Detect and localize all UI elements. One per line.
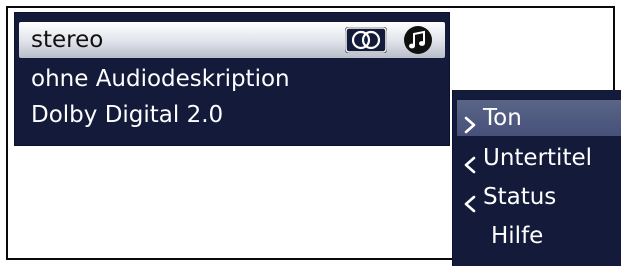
chevron-right-icon xyxy=(463,109,477,134)
side-menu: Ton Untertitel Status Hilfe xyxy=(452,90,621,266)
menu-item-untertitel[interactable]: Untertitel xyxy=(457,140,621,176)
audio-option-label: ohne Audiodeskription xyxy=(31,66,290,92)
audio-option-format[interactable]: Dolby Digital 2.0 xyxy=(19,97,445,133)
menu-item-label: Hilfe xyxy=(491,223,544,249)
menu-item-label: Status xyxy=(483,184,557,210)
audio-option-label: Dolby Digital 2.0 xyxy=(31,102,224,128)
audio-option-description[interactable]: ohne Audiodeskription xyxy=(19,61,445,97)
audio-track-panel: stereo ohne Audiodeskription Dolby Digit… xyxy=(14,12,450,146)
menu-item-label: Ton xyxy=(483,105,522,131)
menu-item-status[interactable]: Status xyxy=(457,179,621,215)
chevron-left-icon xyxy=(463,188,477,213)
chevron-left-icon xyxy=(463,149,477,174)
stereo-icon xyxy=(345,27,387,53)
menu-item-label: Untertitel xyxy=(483,145,593,171)
menu-item-ton[interactable]: Ton xyxy=(457,100,621,136)
audio-option-stereo[interactable]: stereo xyxy=(19,22,445,58)
menu-item-hilfe[interactable]: Hilfe xyxy=(457,218,621,254)
audio-option-label: stereo xyxy=(31,27,104,53)
music-note-icon xyxy=(403,25,433,55)
